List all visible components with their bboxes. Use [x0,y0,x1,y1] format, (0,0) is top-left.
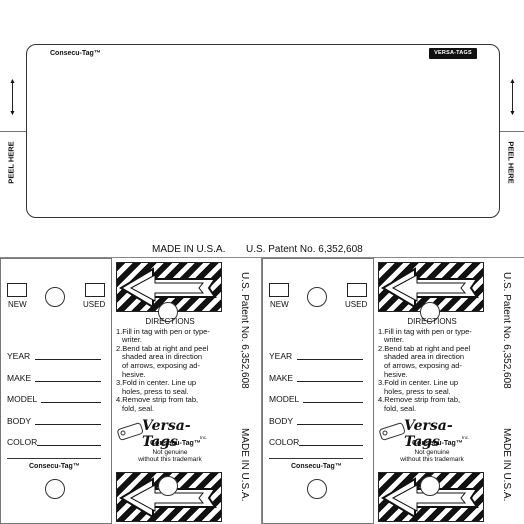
field-year-line[interactable] [297,359,363,360]
side-made-in: MADE IN U.S.A. [239,428,250,502]
directions-block: DIRECTIONS 1.Fill in tag with pen or typ… [378,317,486,414]
arrow-head-down-icon: ▼ [9,110,16,117]
used-label: USED [83,300,106,309]
side-made-in: MADE IN U.S.A. [501,428,512,502]
field-color-line[interactable] [37,445,101,446]
directions-title: DIRECTIONS [145,317,195,326]
field-model-label: MODEL [7,394,38,404]
arrow-head-up-icon: ▲ [9,78,16,85]
used-label: USED [345,300,368,309]
directions-block: DIRECTIONS 1.Fill in tag with pen or typ… [116,317,224,414]
directions-title: DIRECTIONS [407,317,457,326]
side-patent: U.S. Patent No. 6,352,608 [239,272,250,389]
field-color-label: COLOR [269,437,300,447]
punch-hole [307,479,327,499]
tag-right: NEW USED YEAR MAKE MODEL BODY COLOR Cons… [262,258,524,524]
versa-tags-logo: Versa-Tags Inc. Consecu-Tag™ Not genuine… [378,410,486,470]
divider [269,458,363,459]
not-genuine-line2: without this trademark [400,456,464,463]
logo-brand: Consecu-Tag™ [412,440,463,447]
field-body-label: BODY [269,416,294,426]
punch-hole [158,476,178,496]
field-year-label: YEAR [269,351,293,361]
tag-info-panel: NEW USED YEAR MAKE MODEL BODY COLOR Cons… [0,258,112,524]
arrow-up-left [12,80,13,114]
logo-inc: Inc. [462,435,470,440]
field-model-label: MODEL [269,394,300,404]
field-make-line[interactable] [35,381,101,382]
field-body-line[interactable] [35,424,101,425]
punch-hole [420,476,440,496]
logo-inc: Inc. [200,435,208,440]
field-body-label: BODY [7,416,32,426]
consecu-tag-brand: Consecu-Tag™ [50,50,101,57]
made-in-usa: MADE IN U.S.A. [152,244,226,255]
consecu-tag-brand: Consecu-Tag™ [29,463,80,470]
used-checkbox[interactable] [347,283,367,297]
not-genuine-line2: without this trademark [138,456,202,463]
punch-hole [45,287,65,307]
field-make-label: MAKE [269,373,294,383]
logo-brand: Consecu-Tag™ [150,440,201,447]
patent-number: U.S. Patent No. 6,352,608 [246,244,363,255]
new-label: NEW [270,300,289,309]
peel-divider-right [500,131,524,132]
field-make-line[interactable] [297,381,363,382]
field-make-label: MAKE [7,373,32,383]
field-year-line[interactable] [35,359,101,360]
new-checkbox[interactable] [269,283,289,297]
blank-label-area[interactable] [26,44,500,218]
side-patent: U.S. Patent No. 6,352,608 [501,272,512,389]
tag-info-panel: NEW USED YEAR MAKE MODEL BODY COLOR Cons… [262,258,374,524]
field-color-label: COLOR [7,437,38,447]
arrow-head-down-icon: ▼ [509,110,516,117]
punch-hole [45,479,65,499]
field-color-line[interactable] [299,445,363,446]
versa-tags-badge: VERSA-TAGS [429,48,477,59]
arrow-up-right [512,80,513,114]
peel-here-right[interactable]: PEEL HERE [507,141,516,183]
field-body-line[interactable] [297,424,363,425]
field-model-line[interactable] [41,402,101,403]
divider [7,458,101,459]
versa-tags-logo: Versa-Tags Inc. Consecu-Tag™ Not genuine… [116,410,224,470]
field-model-line[interactable] [303,402,363,403]
peel-here-left[interactable]: PEEL HERE [7,141,16,183]
punch-hole [307,287,327,307]
arrow-head-up-icon: ▲ [509,78,516,85]
peel-divider-left [0,131,26,132]
top-label-band: ▲ ▼ PEEL HERE ▲ ▼ PEEL HERE Consecu-Tag™… [0,0,524,258]
consecu-tag-brand: Consecu-Tag™ [291,463,342,470]
tag-left: NEW USED YEAR MAKE MODEL BODY COLOR Cons… [0,258,262,524]
new-checkbox[interactable] [7,283,27,297]
field-year-label: YEAR [7,351,31,361]
used-checkbox[interactable] [85,283,105,297]
tag-sheet: ▲ ▼ PEEL HERE ▲ ▼ PEEL HERE Consecu-Tag™… [0,0,524,524]
new-label: NEW [8,300,27,309]
